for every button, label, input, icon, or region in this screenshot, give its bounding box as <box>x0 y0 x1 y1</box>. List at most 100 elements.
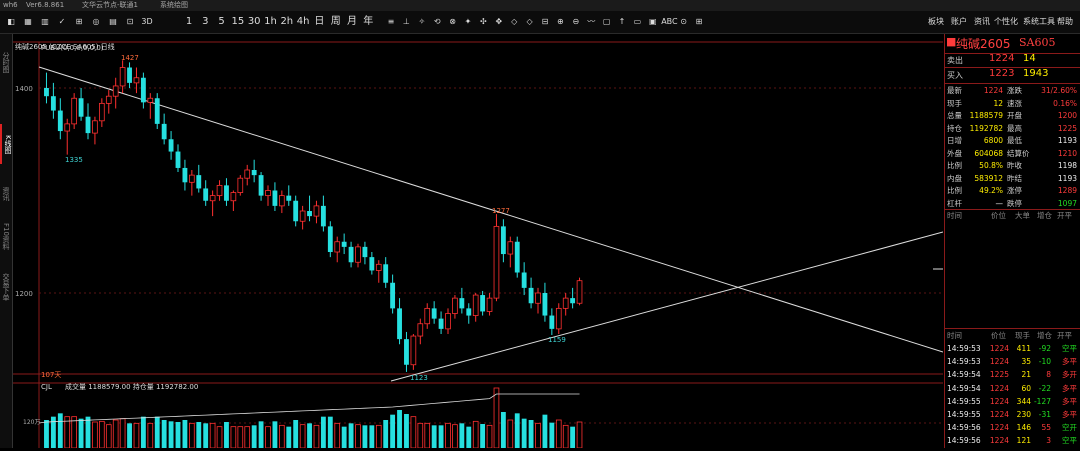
drawing-tool-icon[interactable]: ⊕ <box>553 14 567 30</box>
candle-body[interactable] <box>307 211 312 217</box>
period-9[interactable]: 周 <box>329 14 343 30</box>
drawing-tool-icon[interactable]: ⊥ <box>399 14 413 30</box>
menu-3[interactable]: 个性化 <box>994 14 1018 30</box>
candle-body[interactable] <box>348 246 354 263</box>
candle-body[interactable] <box>112 85 119 97</box>
period-6[interactable]: 2h <box>280 14 294 30</box>
drawing-tool-icon[interactable]: ✧ <box>415 14 429 30</box>
candle-body[interactable] <box>78 98 84 117</box>
candle-body[interactable] <box>445 313 451 330</box>
toolbar-tool-icon[interactable]: 3D <box>140 14 154 30</box>
candle-body[interactable] <box>119 67 126 87</box>
candle-body[interactable] <box>272 190 278 206</box>
nav-news[interactable]: 资讯 <box>0 174 12 214</box>
candle-body[interactable] <box>168 139 174 152</box>
period-7[interactable]: 4h <box>296 14 310 30</box>
candle-body[interactable] <box>209 195 216 202</box>
drawing-tool-icon[interactable]: ⊟ <box>538 14 552 30</box>
candle-body[interactable] <box>493 225 500 299</box>
drawing-tool-icon[interactable]: ⟲ <box>430 14 444 30</box>
drawing-tool-icon[interactable]: ⊖ <box>569 14 583 30</box>
candle-body[interactable] <box>438 318 444 329</box>
tick-row[interactable]: 14:59:53 1224 35 -10 多平 <box>945 355 1080 368</box>
drawing-tool-icon[interactable]: ▣ <box>646 14 660 30</box>
tick-row[interactable]: 14:59:55 1224 230 -31 多平 <box>945 408 1080 421</box>
tick-row[interactable]: 14:59:56 1224 121 3 空平 <box>945 434 1080 447</box>
candle-body[interactable] <box>50 96 56 111</box>
nav-kline[interactable]: K线图 <box>0 124 14 164</box>
candle-body[interactable] <box>375 263 382 271</box>
tick-row[interactable]: 14:59:54 1224 60 -22 多平 <box>945 382 1080 395</box>
menu-2[interactable]: 资讯 <box>974 14 990 30</box>
toolbar-tool-icon[interactable]: ▦ <box>21 14 35 30</box>
candle-body[interactable] <box>570 298 576 304</box>
drawing-tool-icon[interactable]: ◇ <box>523 14 537 30</box>
candle-body[interactable] <box>514 241 520 273</box>
candle-body[interactable] <box>99 102 105 122</box>
server-tab[interactable]: 文华云节点-联通1 <box>82 0 138 11</box>
candle-body[interactable] <box>244 169 251 179</box>
candle-body[interactable] <box>92 120 98 134</box>
candle-body[interactable] <box>410 335 417 366</box>
drawing-tool-icon[interactable]: ✥ <box>492 14 506 30</box>
drawing-tool-icon[interactable]: ◇ <box>507 14 521 30</box>
candle-body[interactable] <box>237 177 244 193</box>
drawing-tool-icon[interactable]: ⊞ <box>692 14 706 30</box>
nav-order[interactable]: 交易下单 <box>0 264 12 309</box>
candle-body[interactable] <box>507 241 514 255</box>
candle-body[interactable] <box>535 292 541 304</box>
drawing-tool-icon[interactable]: ABC <box>661 14 677 30</box>
candle-body[interactable] <box>85 116 91 134</box>
candle-body[interactable] <box>230 192 237 202</box>
candle-body[interactable] <box>140 77 146 103</box>
indicator-label[interactable]: PUBU(0,0,0,0,0,0) <box>41 44 104 52</box>
candle-body[interactable] <box>64 123 71 132</box>
kline-chart[interactable]: 纯碱2605 (CZCE SA605) 日线 PUBU(0,0,0,0,0,0)… <box>13 34 944 449</box>
candle-body[interactable] <box>133 77 140 84</box>
candle-body[interactable] <box>154 98 160 124</box>
nav-timeshare[interactable]: 分时图 <box>0 42 12 82</box>
drawing-tool-icon[interactable]: 〰 <box>584 14 598 30</box>
toolbar-tool-icon[interactable]: ◧ <box>4 14 18 30</box>
candle-body[interactable] <box>480 295 486 312</box>
period-3[interactable]: 15 <box>231 14 245 30</box>
candle-body[interactable] <box>313 205 320 217</box>
period-4[interactable]: 30 <box>247 14 261 30</box>
candle-body[interactable] <box>521 272 527 288</box>
candle-body[interactable] <box>555 307 562 330</box>
candle-body[interactable] <box>224 185 229 201</box>
candle-body[interactable] <box>161 123 167 140</box>
candle-body[interactable] <box>293 200 299 222</box>
candle-body[interactable] <box>466 308 472 316</box>
drawing-tool-icon[interactable]: ▭ <box>630 14 644 30</box>
candle-body[interactable] <box>500 226 506 255</box>
period-0[interactable]: 1 <box>182 14 196 30</box>
candle-body[interactable] <box>175 151 181 168</box>
candle-body[interactable] <box>404 339 409 365</box>
candle-body[interactable] <box>189 174 195 183</box>
candle-body[interactable] <box>57 110 63 132</box>
period-5[interactable]: 1h <box>264 14 278 30</box>
candle-body[interactable] <box>258 175 264 196</box>
candle-body[interactable] <box>44 88 49 97</box>
menu-0[interactable]: 板块 <box>928 14 944 30</box>
period-1[interactable]: 3 <box>198 14 212 30</box>
drawing-tool-icon[interactable]: ✦ <box>461 14 475 30</box>
candle-body[interactable] <box>562 297 569 309</box>
period-8[interactable]: 日 <box>312 14 326 30</box>
candle-body[interactable] <box>369 257 375 271</box>
candle-body[interactable] <box>417 323 424 337</box>
candle-body[interactable] <box>286 195 292 201</box>
candle-body[interactable] <box>528 287 534 304</box>
period-2[interactable]: 5 <box>215 14 229 30</box>
candle-body[interactable] <box>542 293 548 316</box>
candle-body[interactable] <box>320 205 326 227</box>
candle-body[interactable] <box>576 280 583 304</box>
candle-body[interactable] <box>390 282 396 309</box>
candle-body[interactable] <box>383 264 389 283</box>
candle-body[interactable] <box>424 307 431 325</box>
candle-body[interactable] <box>216 184 223 197</box>
drawing-tool-icon[interactable]: ✣ <box>476 14 490 30</box>
tick-row[interactable]: 14:59:56 1224 146 55 空开 <box>945 421 1080 434</box>
candle-body[interactable] <box>459 298 465 309</box>
